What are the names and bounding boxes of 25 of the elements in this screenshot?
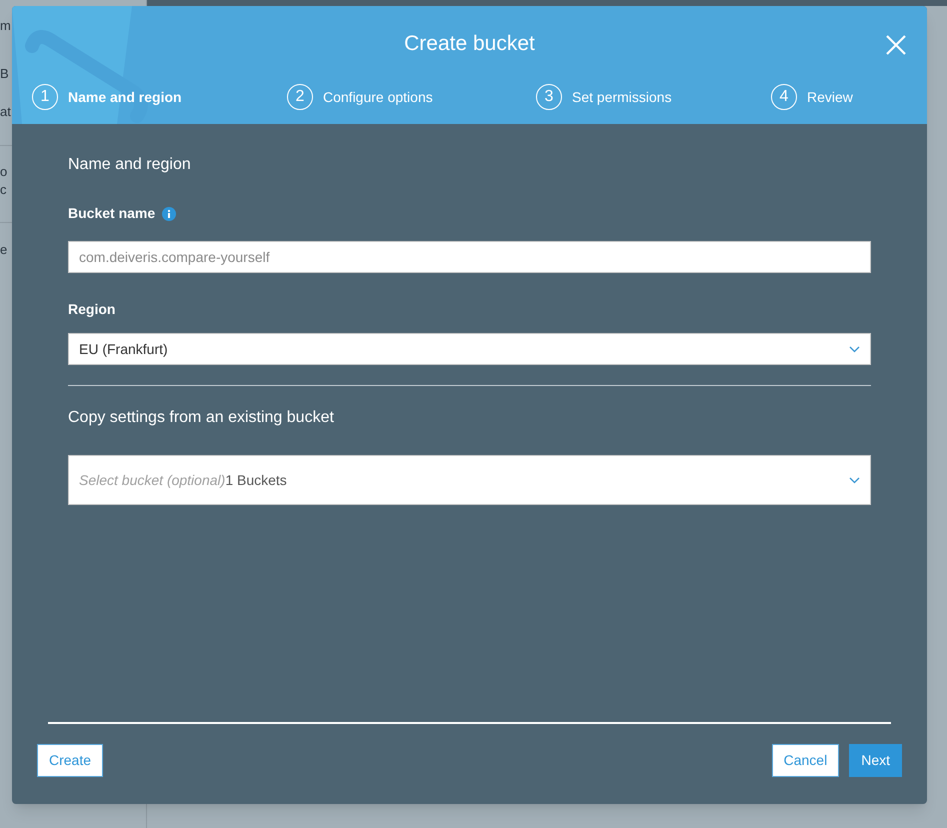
sidebar-text-fragment: m — [0, 18, 11, 34]
wizard-step[interactable]: 4 Review — [771, 84, 853, 110]
create-button[interactable]: Create — [37, 744, 104, 777]
field-label: Region — [68, 300, 116, 319]
sidebar-text-fragment: o — [0, 164, 8, 180]
info-icon[interactable] — [162, 206, 176, 220]
next-button[interactable]: Next — [849, 744, 902, 777]
wizard-step[interactable]: 2 Configure options — [287, 84, 536, 110]
chevron-down-icon — [849, 346, 860, 352]
region-select[interactable]: EU (Frankfurt) — [68, 333, 871, 365]
close-icon[interactable] — [885, 34, 907, 56]
dialog-title: Create bucket — [404, 31, 535, 58]
sidebar-text-fragment: c — [0, 182, 6, 198]
wizard-step[interactable]: 3 Set permissions — [536, 84, 771, 110]
cancel-button[interactable]: Cancel — [772, 744, 840, 777]
sidebar-text-fragment: B — [0, 66, 9, 82]
bucket-name-field[interactable]: com.deiveris.compare-yourself — [68, 241, 871, 273]
section-title: Copy settings from an existing bucket — [68, 408, 335, 428]
sidebar-text-fragment: e — [0, 242, 8, 258]
wizard-step[interactable]: 1 Name and region — [32, 84, 287, 110]
field-label: Bucket name — [68, 204, 156, 223]
chevron-down-icon — [849, 476, 860, 484]
bucket-select[interactable]: Select bucket (optional)1 Buckets — [68, 455, 871, 505]
sidebar-text-fragment: at — [0, 104, 11, 120]
section-title: Name and region — [68, 155, 192, 175]
